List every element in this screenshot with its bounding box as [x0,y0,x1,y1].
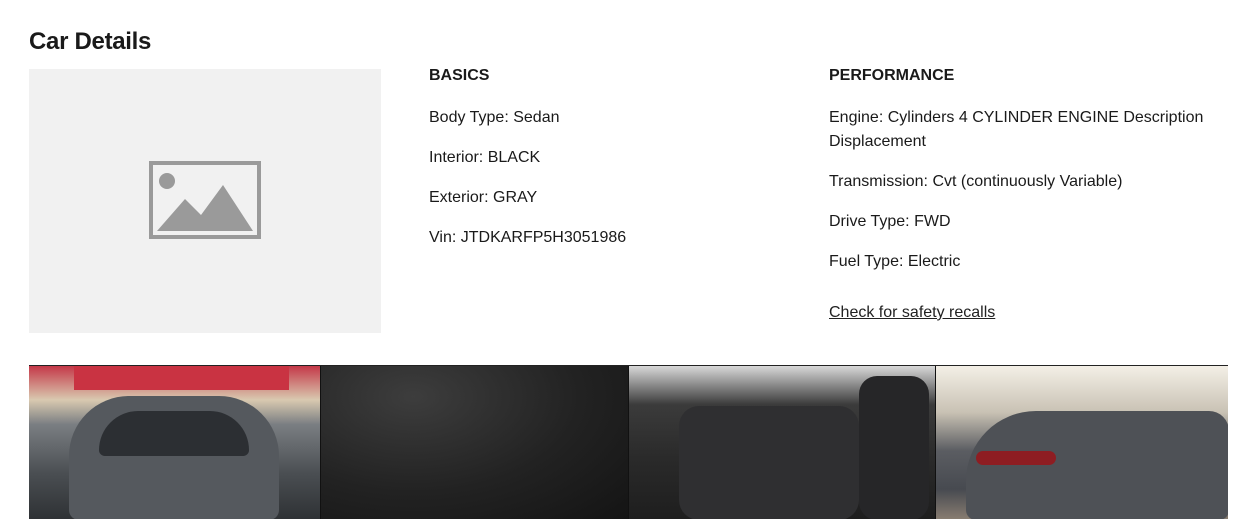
spec-value: Sedan [513,109,560,126]
spec-label: Body Type: [429,109,509,126]
spec-interior: Interior: BLACK [429,146,789,170]
car-windshield [99,411,249,456]
spec-value: Cylinders 4 CYLINDER ENGINE Description … [829,109,1204,150]
gallery-thumb-rear[interactable] [935,366,1228,519]
car-rear-photo [966,411,1228,519]
spec-label: Transmission: [829,173,928,190]
gallery-thumb-front[interactable] [29,366,320,519]
image-placeholder-icon [149,161,261,239]
spec-value: Cvt (continuously Variable) [932,173,1123,190]
spec-value: BLACK [487,149,541,166]
spec-exterior: Exterior: GRAY [429,186,789,210]
basics-section: BASICS Body Type: Sedan Interior: BLACK … [429,66,789,266]
spec-label: Drive Type: [829,213,910,230]
spec-label: Vin: [429,229,457,246]
spec-engine: Engine: Cylinders 4 CYLINDER ENGINE Desc… [829,106,1209,154]
main-photo-placeholder [29,69,381,333]
spec-value: FWD [914,213,951,230]
safety-recalls-link[interactable]: Check for safety recalls [829,302,995,324]
spec-value: JTDKARFP5H3051986 [460,229,627,246]
showroom-wall [74,366,289,390]
photo-gallery [29,365,1228,519]
page-title: Car Details [29,28,152,55]
spec-fuel-type: Fuel Type: Electric [829,250,1209,274]
spec-transmission: Transmission: Cvt (continuously Variable… [829,170,1209,194]
spec-label: Engine: [829,109,884,126]
front-seat-photo [859,376,929,519]
spec-value: GRAY [493,189,538,206]
spec-vin: Vin: JTDKARFP5H3051986 [429,226,789,250]
basics-heading: BASICS [429,67,490,84]
gallery-thumb-interior[interactable] [628,366,935,519]
rear-seat-photo [679,406,859,519]
spec-label: Interior: [429,149,484,166]
performance-section: PERFORMANCE Engine: Cylinders 4 CYLINDER… [829,66,1209,324]
performance-heading: PERFORMANCE [829,67,955,84]
car-taillight [976,451,1056,465]
spec-drive-type: Drive Type: FWD [829,210,1209,234]
spec-label: Fuel Type: [829,253,904,270]
spec-value: Electric [907,253,961,270]
gallery-thumb-trim[interactable] [320,366,628,519]
spec-label: Exterior: [429,189,489,206]
spec-body-type: Body Type: Sedan [429,106,789,130]
